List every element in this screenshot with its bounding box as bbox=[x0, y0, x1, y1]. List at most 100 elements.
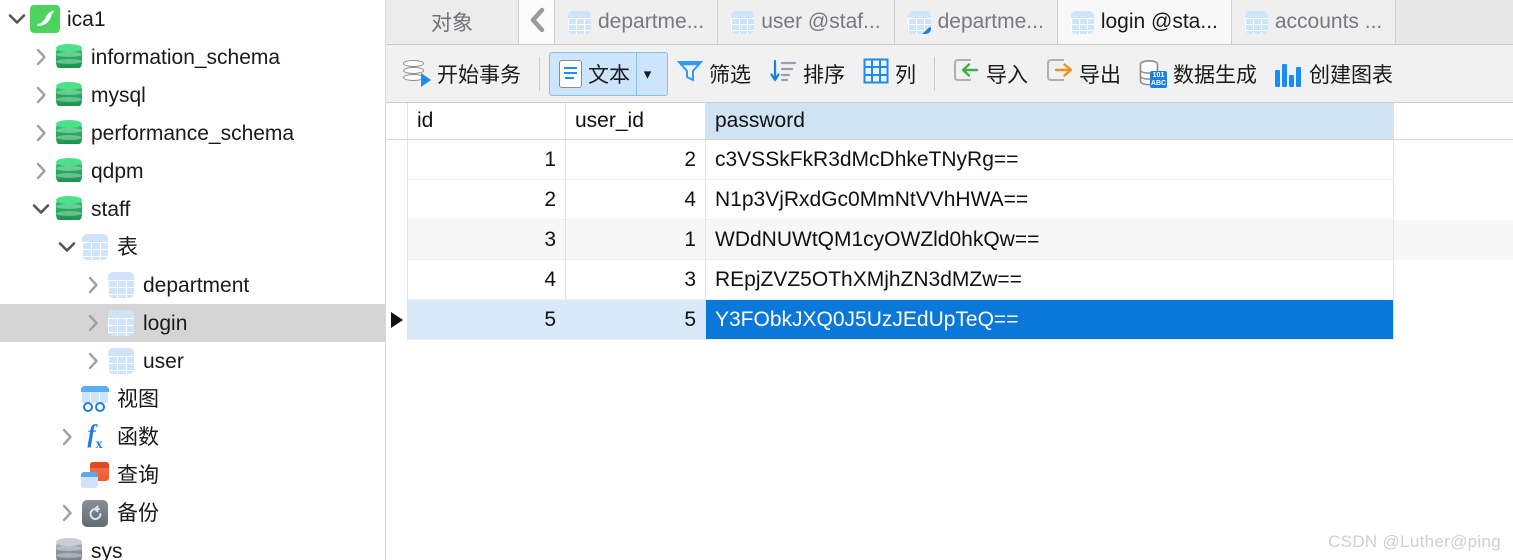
tab-user-staf-[interactable]: user @staf... bbox=[718, 0, 895, 44]
database-icon bbox=[56, 195, 82, 223]
tree-item-department[interactable]: department bbox=[0, 266, 385, 304]
text-mode-dropdown-button[interactable]: ▾ bbox=[636, 51, 658, 96]
table-design-icon bbox=[907, 10, 931, 34]
tab-strip[interactable]: 对象 departme... user @staf... departme... lo… bbox=[386, 0, 1513, 45]
tree-item-label: qdpm bbox=[91, 159, 144, 183]
twisty-collapsed-icon[interactable] bbox=[28, 162, 54, 180]
export-button[interactable]: 导出 bbox=[1037, 52, 1130, 96]
grid-toolbar[interactable]: 开始事务 文本 ▾ 筛选 排序 列 导入 导出 101 ABC 数据生成 创建图… bbox=[386, 45, 1513, 103]
tree-item-函数[interactable]: fx 函数 bbox=[0, 418, 385, 456]
text-mode-button[interactable]: 文本 ▾ bbox=[549, 51, 668, 96]
data-generation-button[interactable]: 101 ABC 数据生成 bbox=[1130, 52, 1266, 96]
tree-item-sys[interactable]: sys bbox=[0, 532, 385, 560]
view-icon bbox=[81, 386, 109, 412]
tree-item-user[interactable]: user bbox=[0, 342, 385, 380]
sort-button[interactable]: 排序 bbox=[760, 52, 854, 96]
data-grid[interactable]: id user_id password 1 2 c3VSSkFkR3dMcDhkeT… bbox=[386, 103, 1513, 340]
tab-accounts-[interactable]: accounts ... bbox=[1231, 0, 1397, 44]
twisty-collapsed-icon[interactable] bbox=[28, 86, 54, 104]
create-chart-button[interactable]: 创建图表 bbox=[1266, 52, 1402, 96]
cell-id[interactable]: 1 bbox=[408, 140, 566, 180]
tab-scroll-left-button[interactable] bbox=[519, 0, 555, 44]
cell-user_id[interactable]: 5 bbox=[566, 300, 706, 340]
cell-password[interactable]: c3VSSkFkR3dMcDhkeTNyRg== bbox=[706, 140, 1394, 180]
tree-item-icon bbox=[54, 119, 84, 147]
tree-item-staff[interactable]: staff bbox=[0, 190, 385, 228]
column-header-id[interactable]: id bbox=[408, 103, 566, 139]
table-row[interactable]: 5 5 Y3FObkJXQ0J5UzJEdUpTeQ== bbox=[386, 300, 1513, 340]
export-label: 导出 bbox=[1079, 63, 1121, 87]
row-indicator[interactable] bbox=[386, 260, 408, 300]
cell-password[interactable]: REpjZVZ5OThXMjhZN3dMZw== bbox=[706, 260, 1394, 300]
tree-item-icon bbox=[80, 234, 110, 260]
table-row[interactable]: 4 3 REpjZVZ5OThXMjhZN3dMZw== bbox=[386, 260, 1513, 300]
twisty-expanded-icon[interactable] bbox=[54, 241, 80, 253]
row-indicator[interactable] bbox=[386, 180, 408, 220]
cell-id[interactable]: 5 bbox=[408, 300, 566, 340]
tree-item-icon: fx bbox=[80, 422, 110, 452]
tree-item-label: 函数 bbox=[117, 425, 159, 449]
cell-id[interactable]: 4 bbox=[408, 260, 566, 300]
tab-label: departme... bbox=[937, 10, 1044, 33]
tree-item-表[interactable]: 表 bbox=[0, 228, 385, 266]
chevron-left-icon bbox=[527, 7, 547, 38]
chevron-down-icon: ▾ bbox=[643, 65, 652, 83]
cell-user_id[interactable]: 2 bbox=[566, 140, 706, 180]
cell-password[interactable]: N1p3VjRxdGc0MmNtVVhHWA== bbox=[706, 180, 1394, 220]
twisty-collapsed-icon[interactable] bbox=[80, 314, 106, 332]
tree-item-备份[interactable]: 备份 bbox=[0, 494, 385, 532]
tree-item-视图[interactable]: 视图 bbox=[0, 380, 385, 418]
filter-button[interactable]: 筛选 bbox=[668, 52, 760, 96]
cell-password[interactable]: WDdNUWtQM1cyOWZld0hkQw== bbox=[706, 220, 1394, 260]
table-row[interactable]: 1 2 c3VSSkFkR3dMcDhkeTNyRg== bbox=[386, 140, 1513, 180]
row-indicator[interactable] bbox=[386, 140, 408, 180]
twisty-collapsed-icon[interactable] bbox=[28, 124, 54, 142]
tree-item-label: ica1 bbox=[67, 7, 106, 31]
table-row[interactable]: 3 1 WDdNUWtQM1cyOWZld0hkQw== bbox=[386, 220, 1513, 260]
tree-item-ica1[interactable]: ica1 bbox=[0, 0, 385, 38]
begin-transaction-button[interactable]: 开始事务 bbox=[394, 52, 530, 96]
row-indicator[interactable] bbox=[386, 300, 408, 340]
twisty-collapsed-icon[interactable] bbox=[28, 48, 54, 66]
tree-item-label: 查询 bbox=[117, 463, 159, 487]
cell-id[interactable]: 2 bbox=[408, 180, 566, 220]
table-row[interactable]: 2 4 N1p3VjRxdGc0MmNtVVhHWA== bbox=[386, 180, 1513, 220]
columns-button[interactable]: 列 bbox=[854, 52, 925, 96]
tab-login-sta-[interactable]: login @sta... bbox=[1057, 0, 1232, 44]
column-header-user_id[interactable]: user_id bbox=[566, 103, 706, 139]
import-button[interactable]: 导入 bbox=[944, 52, 1037, 96]
tree-item-icon bbox=[80, 386, 110, 412]
row-indicator[interactable] bbox=[386, 220, 408, 260]
tab-label: user @staf... bbox=[761, 10, 881, 33]
database-gray-icon bbox=[56, 537, 82, 560]
tree-item-performance_schema[interactable]: performance_schema bbox=[0, 114, 385, 152]
cell-user_id[interactable]: 3 bbox=[566, 260, 706, 300]
filter-label: 筛选 bbox=[709, 63, 751, 87]
cell-user_id[interactable]: 4 bbox=[566, 180, 706, 220]
twisty-collapsed-icon[interactable] bbox=[80, 352, 106, 370]
cell-id[interactable]: 3 bbox=[408, 220, 566, 260]
grid-columns-icon bbox=[863, 58, 889, 90]
cell-user_id[interactable]: 1 bbox=[566, 220, 706, 260]
column-header-password[interactable]: password bbox=[706, 103, 1394, 139]
badge-top: 101 bbox=[1152, 71, 1165, 79]
tree-item-icon bbox=[54, 157, 84, 185]
data-generation-badge: 101 ABC bbox=[1150, 70, 1167, 88]
tree-item-label: staff bbox=[91, 197, 131, 221]
tree-item-information_schema[interactable]: information_schema bbox=[0, 38, 385, 76]
tab-departme-[interactable]: departme... bbox=[894, 0, 1058, 44]
tree-item-mysql[interactable]: mysql bbox=[0, 76, 385, 114]
tree-item-查询[interactable]: 查询 bbox=[0, 456, 385, 494]
twisty-expanded-icon[interactable] bbox=[4, 13, 30, 25]
sort-icon bbox=[769, 59, 797, 89]
twisty-collapsed-icon[interactable] bbox=[54, 428, 80, 446]
tree-item-login[interactable]: login bbox=[0, 304, 385, 342]
twisty-collapsed-icon[interactable] bbox=[80, 276, 106, 294]
twisty-expanded-icon[interactable] bbox=[28, 203, 54, 215]
twisty-collapsed-icon[interactable] bbox=[54, 504, 80, 522]
tree-item-qdpm[interactable]: qdpm bbox=[0, 152, 385, 190]
cell-password[interactable]: Y3FObkJXQ0J5UzJEdUpTeQ== bbox=[706, 300, 1394, 340]
object-tree-sidebar[interactable]: ica1 information_schema mysql performance_s… bbox=[0, 0, 386, 560]
tab-departme-[interactable]: departme... bbox=[555, 0, 719, 44]
create-chart-label: 创建图表 bbox=[1309, 63, 1393, 87]
